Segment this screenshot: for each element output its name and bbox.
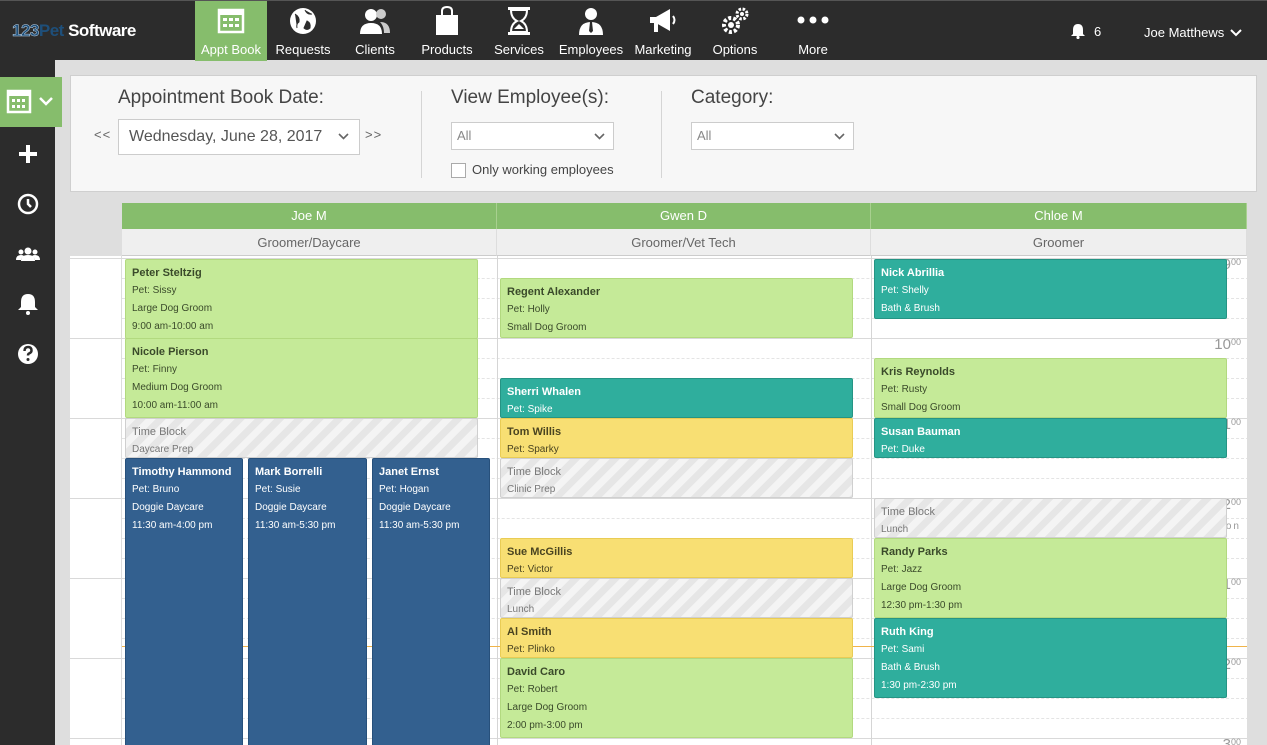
nav-label: Appt Book <box>201 42 261 57</box>
shopping-bag-icon <box>436 5 458 35</box>
nav-more[interactable]: More <box>771 1 855 61</box>
calendar-icon <box>6 89 32 114</box>
column-divider <box>871 256 872 745</box>
globe-icon <box>290 8 316 34</box>
time-block[interactable]: Time Block Daycare Prep <box>125 418 478 458</box>
employee-role: Groomer <box>871 229 1247 256</box>
employee-header-gwen[interactable]: Gwen D <box>497 203 871 229</box>
notifications-button[interactable]: 6 <box>1070 23 1101 39</box>
appointment-card[interactable]: Regent Alexander Pet: Holly Small Dog Groo… <box>500 278 853 338</box>
people-icon <box>360 9 390 34</box>
category-select-value: All <box>697 128 712 143</box>
nav-requests[interactable]: Requests <box>267 1 339 61</box>
appointment-card[interactable]: Kris Reynolds Pet: Rusty Small Dog Groom <box>874 358 1227 418</box>
appointment-card[interactable]: Sue McGillis Pet: Victor <box>500 538 853 578</box>
appointment-card[interactable]: Nicole Pierson Pet: Finny Medium Dog Groom… <box>125 338 478 418</box>
nav-employees[interactable]: Employees <box>555 1 627 61</box>
category-title: Category: <box>691 87 774 108</box>
only-working-checkbox[interactable] <box>451 163 466 178</box>
chevron-down-icon <box>834 133 845 140</box>
hourglass-icon <box>508 7 530 35</box>
nav-clients[interactable]: Clients <box>339 1 411 61</box>
employee-select[interactable]: All <box>451 122 614 150</box>
nav-label: Clients <box>355 42 395 57</box>
employee-header-chloe[interactable]: Chloe M <box>871 203 1247 229</box>
notification-count: 6 <box>1094 23 1102 39</box>
employee-role: Groomer/Vet Tech <box>497 229 871 256</box>
clock-icon[interactable] <box>16 192 40 216</box>
employee-icon <box>579 8 603 35</box>
gears-icon <box>722 7 749 34</box>
nav-appt-book[interactable]: Appt Book <box>195 1 267 61</box>
appointment-card[interactable]: Al Smith Pet: Plinko <box>500 618 853 658</box>
sidebar-calendar-menu[interactable] <box>0 77 62 127</box>
nav-services[interactable]: Services <box>483 1 555 61</box>
nav-label: Requests <box>275 42 331 57</box>
user-name: Joe Matthews <box>1144 25 1225 40</box>
left-sidebar <box>0 60 62 745</box>
nav-label: Employees <box>558 42 624 57</box>
time-block[interactable]: Time Block Lunch <box>874 498 1227 538</box>
nav-label: More <box>798 42 828 57</box>
chevron-down-icon <box>39 97 53 106</box>
column-divider <box>497 256 498 745</box>
calendar-icon <box>217 8 245 34</box>
group-icon[interactable] <box>16 242 40 266</box>
help-icon[interactable] <box>16 342 40 366</box>
appointment-card[interactable]: Janet Ernst Pet: Hogan Doggie Daycare 11:30… <box>372 458 490 745</box>
category-select[interactable]: All <box>691 122 854 150</box>
appointment-card[interactable]: David Caro Pet: Robert Large Dog Groom 2:00… <box>500 658 853 738</box>
next-day-button[interactable]: >> <box>365 127 382 142</box>
top-navbar: 123Pet Software Appt Book Requests Clien… <box>0 0 1267 61</box>
employee-select-value: All <box>457 128 472 143</box>
nav-label: Services <box>494 42 544 57</box>
appointment-card[interactable]: Timothy Hammond Pet: Bruno Doggie Daycare 1… <box>125 458 243 745</box>
appointment-card[interactable]: Sherri Whalen Pet: Spike <box>500 378 853 418</box>
hour-line <box>70 738 1247 739</box>
main-nav: Appt Book Requests Clients Products Serv… <box>195 1 855 61</box>
prev-day-button[interactable]: << <box>94 127 111 142</box>
dots-icon <box>797 16 829 24</box>
appointment-card[interactable]: Randy Parks Pet: Jazz Large Dog Groom 12:30… <box>874 538 1227 618</box>
nav-label: Products <box>421 42 473 57</box>
employee-title: View Employee(s): <box>451 87 610 108</box>
appointment-card[interactable]: Susan Bauman Pet: Duke <box>874 418 1227 458</box>
date-picker[interactable]: Wednesday, June 28, 2017 <box>118 119 360 155</box>
nav-options[interactable]: Options <box>699 1 771 61</box>
appointment-card[interactable]: Tom Willis Pet: Sparky <box>500 418 853 458</box>
nav-products[interactable]: Products <box>411 1 483 61</box>
chevron-down-icon <box>338 133 349 140</box>
app-logo[interactable]: 123Pet Software <box>12 21 137 41</box>
appointment-card[interactable]: Peter Steltzig Pet: Sissy Large Dog Groom 9… <box>125 259 478 339</box>
appointment-card[interactable]: Ruth King Pet: Sami Bath & Brush 1:30 pm-2:… <box>874 618 1227 698</box>
appointment-card[interactable]: Nick Abrillia Pet: Shelly Bath & Brush <box>874 259 1227 319</box>
bell-icon <box>1071 24 1085 39</box>
date-title: Appointment Book Date: <box>118 87 324 108</box>
bell-icon[interactable] <box>16 292 40 316</box>
filters-panel: Appointment Book Date: << Wednesday, Jun… <box>70 75 1257 192</box>
divider <box>421 91 422 178</box>
nav-marketing[interactable]: Marketing <box>627 1 699 61</box>
appointment-calendar: Joe M Gwen D Chloe M Groomer/Daycare Gro… <box>70 203 1247 745</box>
nav-label: Marketing <box>634 42 692 57</box>
nav-label: Options <box>712 42 758 57</box>
divider <box>661 91 662 178</box>
chevron-down-icon <box>594 133 605 140</box>
megaphone-icon <box>650 9 676 32</box>
time-block[interactable]: Time Block Clinic Prep <box>500 458 853 498</box>
hour-label: 300 <box>1222 736 1241 745</box>
only-working-label: Only working employees <box>472 162 614 177</box>
time-gutter <box>70 256 122 745</box>
date-value: Wednesday, June 28, 2017 <box>129 128 323 145</box>
plus-icon[interactable] <box>16 142 40 166</box>
gutter-header <box>70 203 122 256</box>
employee-header-joe[interactable]: Joe M <box>122 203 497 229</box>
appointment-card[interactable]: Mark Borrelli Pet: Susie Doggie Daycare 11:… <box>248 458 367 745</box>
user-menu[interactable]: Joe Matthews <box>1144 25 1242 40</box>
hour-label: 1000 <box>1214 336 1241 353</box>
time-block[interactable]: Time Block Lunch <box>500 578 853 618</box>
employee-role: Groomer/Daycare <box>122 229 497 256</box>
chevron-down-icon <box>1230 28 1242 36</box>
